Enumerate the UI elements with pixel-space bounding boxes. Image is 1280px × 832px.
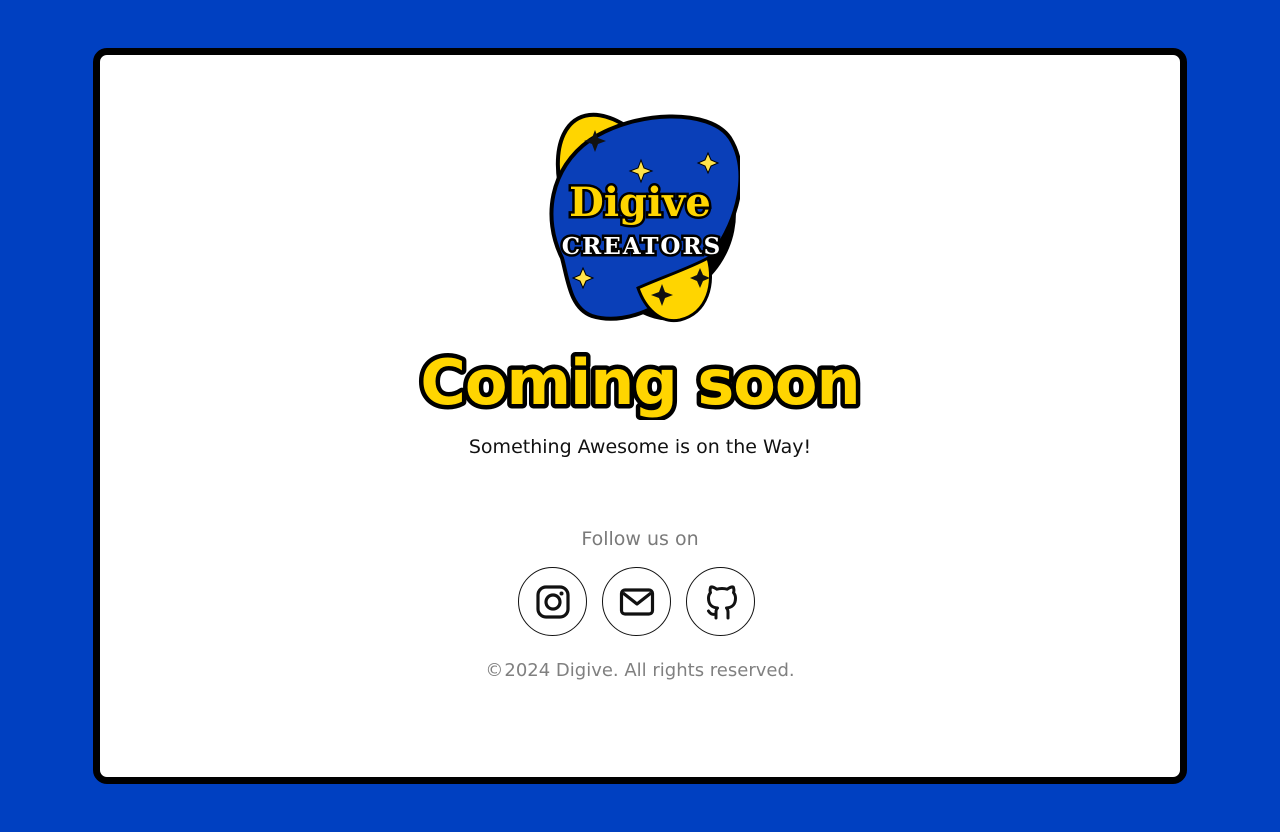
mail-icon xyxy=(619,587,654,616)
copyright-notice: ©2024 Digive. All rights reserved. xyxy=(0,658,1280,684)
page-title: Coming soon xyxy=(420,346,859,419)
social-links xyxy=(518,567,755,636)
copyright-text: 2024 Digive. All rights reserved. xyxy=(504,660,795,681)
github-button[interactable] xyxy=(686,567,755,636)
follow-label: Follow us on xyxy=(581,528,699,550)
github-icon xyxy=(706,584,737,619)
headline-container: Coming soon xyxy=(0,346,1280,420)
instagram-button[interactable] xyxy=(518,567,587,636)
logo-subtitle: CREATORS xyxy=(562,233,722,260)
copyright-symbol: © xyxy=(485,660,504,681)
tagline: Something Awesome is on the Way! xyxy=(468,436,812,458)
digive-creators-logo: Digive CREATORS xyxy=(540,108,740,330)
logo-wordmark: Digive xyxy=(569,179,711,226)
email-button[interactable] xyxy=(602,567,671,636)
instagram-icon xyxy=(535,584,570,619)
